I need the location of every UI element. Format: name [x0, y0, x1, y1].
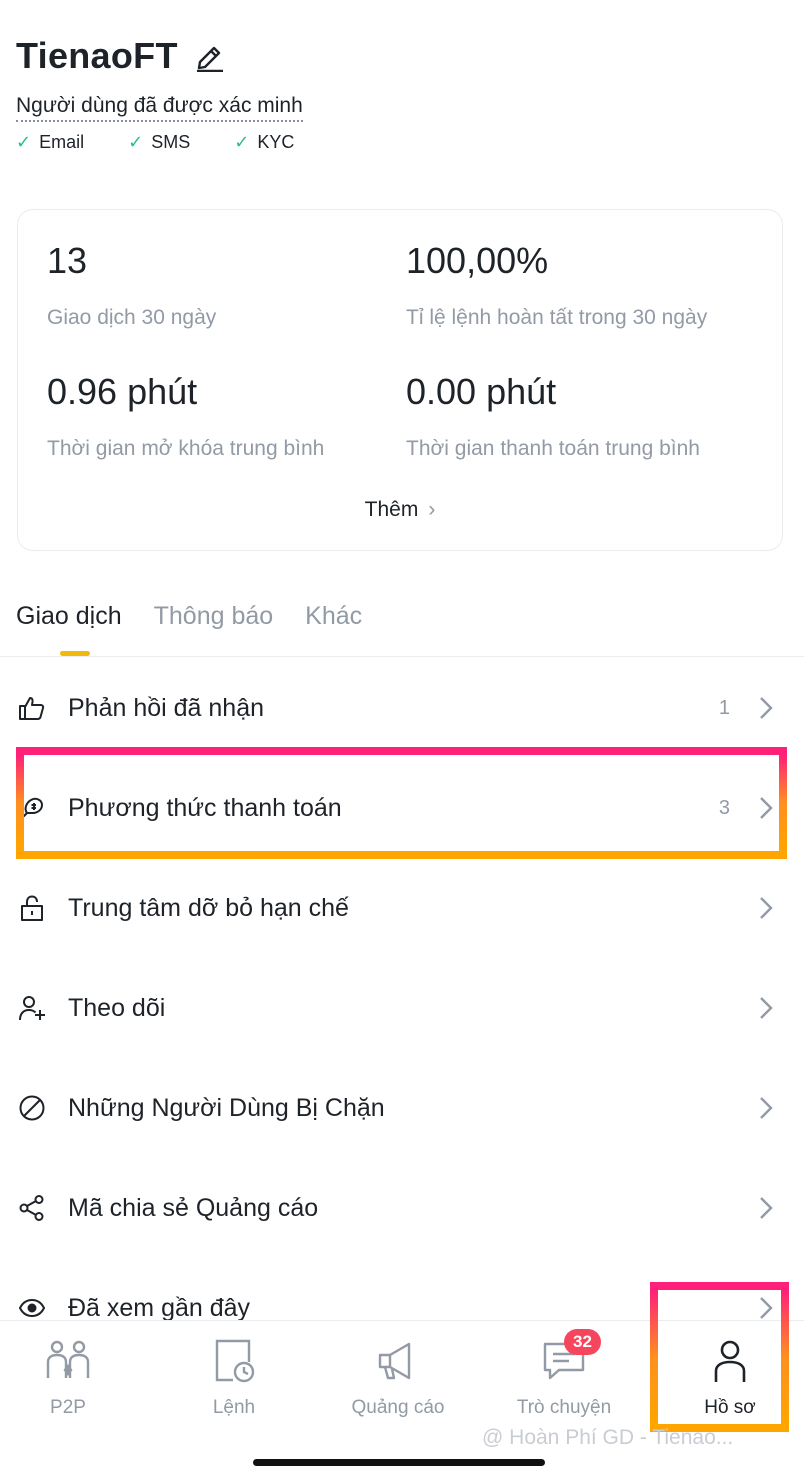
stats-card: 13 Giao dịch 30 ngày 100,00% Tỉ lệ lệnh … [17, 209, 783, 551]
verification-sms: ✓ SMS [128, 132, 191, 152]
watermark: @ Hoàn Phí GD - Tienao... [482, 1426, 734, 1449]
blocked-icon [18, 1094, 46, 1122]
stat-completion-rate: 100,00% Tỉ lệ lệnh hoàn tất trong 30 ngà… [406, 240, 708, 329]
chevron-right-icon [758, 895, 774, 921]
unlock-icon [18, 894, 46, 922]
check-icon: ✓ [16, 132, 32, 152]
chevron-right-icon [758, 1095, 774, 1121]
nav-p2p[interactable]: P2P [0, 1321, 148, 1441]
verified-user-label[interactable]: Người dùng đã được xác minh [16, 94, 303, 122]
tab-divider [0, 656, 804, 657]
share-icon [18, 1194, 46, 1222]
verification-kyc: ✓ KYC [234, 132, 295, 152]
stat-trades-30d: 13 Giao dịch 30 ngày [47, 240, 217, 329]
chevron-right-icon [758, 795, 774, 821]
chevron-right-icon [758, 1295, 774, 1321]
verification-email: ✓ Email [16, 132, 85, 152]
nav-profile[interactable]: Hồ sơ [650, 1321, 804, 1441]
chat-unread-badge: 32 [564, 1329, 601, 1355]
edit-icon[interactable] [194, 40, 226, 73]
megaphone-icon [374, 1337, 422, 1385]
stat-avg-release-time: 0.96 phút Thời gian mở khóa trung bình [47, 371, 325, 460]
stat-avg-payment-time: 0.00 phút Thời gian thanh toán trung bìn… [406, 371, 700, 460]
menu-item-restriction-center[interactable]: Trung tâm dỡ bỏ hạn chế [0, 858, 804, 958]
profile-icon [706, 1337, 754, 1385]
user-plus-icon [18, 994, 46, 1022]
menu-item-feedback[interactable]: Phản hồi đã nhận 1 [0, 658, 804, 758]
p2p-icon [44, 1337, 92, 1385]
chat-icon: 32 [540, 1329, 601, 1385]
tab-other[interactable]: Khác [305, 602, 362, 656]
nav-ads[interactable]: Quảng cáo [318, 1321, 478, 1441]
menu-item-following[interactable]: Theo dõi [0, 958, 804, 1058]
check-icon: ✓ [234, 132, 250, 152]
eye-icon [18, 1294, 46, 1322]
tab-trading[interactable]: Giao dịch [16, 602, 122, 656]
payment-method-icon [18, 794, 46, 822]
nav-orders[interactable]: Lệnh [154, 1321, 314, 1441]
more-stats-button[interactable]: Thêm › [18, 498, 782, 522]
thumbs-up-icon [18, 694, 46, 722]
profile-tabs: Giao dịch Thông báo Khác [16, 602, 394, 656]
tab-notifications[interactable]: Thông báo [154, 602, 274, 656]
home-indicator [253, 1459, 545, 1466]
profile-header: TienaoFT Người dùng đã được xác minh ✓ E… [16, 30, 776, 153]
chevron-right-icon [758, 695, 774, 721]
chevron-right-icon: › [428, 498, 436, 521]
menu-item-payment-methods[interactable]: Phương thức thanh toán 3 [0, 758, 804, 858]
chevron-right-icon [758, 1195, 774, 1221]
orders-icon [210, 1337, 258, 1385]
profile-menu: Phản hồi đã nhận 1 Phương thức thanh toá… [0, 658, 804, 1358]
verification-list: ✓ Email ✓ SMS ✓ KYC [16, 132, 776, 153]
username-row: TienaoFT [16, 30, 776, 82]
menu-item-ad-share-code[interactable]: Mã chia sẻ Quảng cáo [0, 1158, 804, 1258]
nav-chat[interactable]: 32 Trò chuyện [484, 1321, 644, 1441]
chevron-right-icon [758, 995, 774, 1021]
menu-item-blocked-users[interactable]: Những Người Dùng Bị Chặn [0, 1058, 804, 1158]
username: TienaoFT [16, 35, 178, 76]
check-icon: ✓ [128, 132, 144, 152]
